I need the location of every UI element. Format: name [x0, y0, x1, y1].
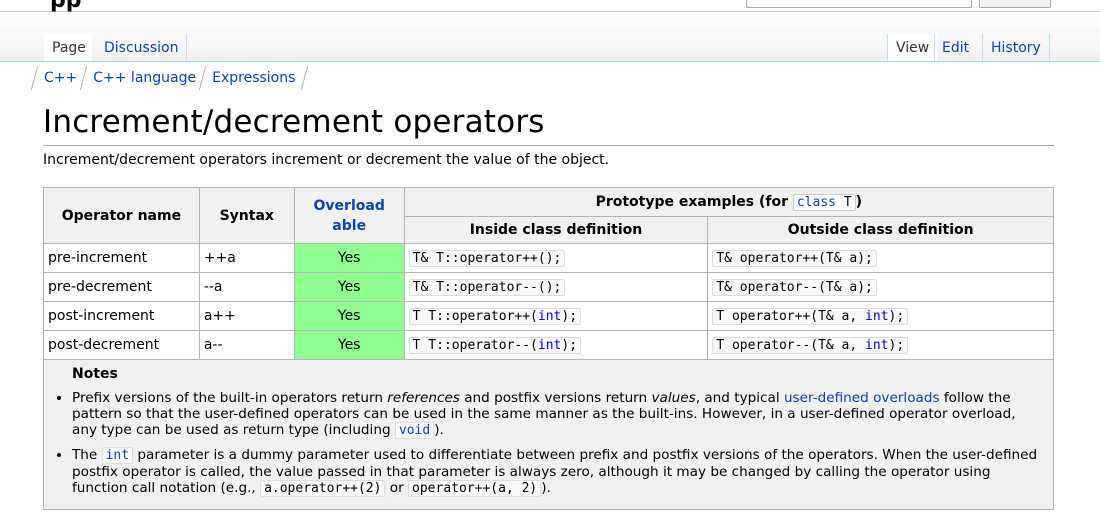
tab-discussion[interactable]: Discussion — [98, 34, 188, 62]
user-defined-overloads-link[interactable]: user-defined overloads — [784, 390, 940, 406]
note-text: , and typical — [695, 390, 784, 406]
header-class-kw[interactable]: class — [797, 195, 836, 210]
inside-cell: T& T::operator++(); — [403, 243, 709, 273]
inside-cell: T& T::operator--(); — [403, 272, 709, 302]
note-item: The int parameter is a dummy parameter u… — [72, 447, 1043, 497]
syntax-cell: a-- — [198, 330, 295, 360]
code-part: T operator--(T& a, — [716, 338, 866, 353]
tab-edit[interactable]: Edit — [934, 34, 976, 62]
notes-list: Prefix versions of the built-in operator… — [50, 390, 1043, 497]
tab-page[interactable]: Page — [44, 34, 92, 62]
notes-row: Notes Prefix versions of the built-in op… — [43, 359, 1054, 510]
outside-code: T operator++(T& a, int); — [712, 308, 909, 325]
tab-view[interactable]: View — [887, 34, 938, 62]
inside-cell: T T::operator++(int); — [403, 301, 709, 331]
operator-name-cell: post-increment — [43, 301, 200, 331]
note-text: The — [72, 447, 102, 463]
note-text: and postfix versions return — [459, 390, 652, 406]
inside-code: T& T::operator++(); — [408, 250, 566, 267]
note-item: Prefix versions of the built-in operator… — [72, 390, 1043, 439]
notes-cell: Notes Prefix versions of the built-in op… — [43, 359, 1054, 510]
outside-code: T operator--(T& a, int); — [712, 337, 909, 354]
inline-code: a.operator++(2) — [260, 480, 386, 497]
notes-title: Notes — [72, 366, 118, 382]
overloadable-cell: Yes — [293, 243, 405, 273]
search-button[interactable] — [979, 0, 1051, 8]
header-prototype-suffix: ) — [855, 194, 863, 210]
table-row: post-increment a++ Yes T T::operator++(i… — [43, 301, 1054, 331]
int-keyword-link[interactable]: int — [538, 309, 561, 324]
outside-cell: T operator--(T& a, int); — [707, 330, 1054, 360]
header-prototype-prefix: Prototype examples (for — [595, 194, 793, 210]
inside-code: T T::operator--(int); — [408, 337, 582, 354]
note-text: or — [385, 480, 409, 496]
breadcrumb-cpp-language[interactable]: C++ language — [83, 66, 202, 92]
inside-cell: T T::operator--(int); — [403, 330, 709, 360]
title-divider — [43, 145, 1054, 146]
note-emphasis: references — [387, 390, 460, 406]
header-outside: Outside class definition — [707, 216, 1054, 244]
header-inside: Inside class definition — [403, 216, 709, 244]
inside-code: T T::operator++(int); — [408, 308, 582, 325]
tabs-bar: Page Discussion View Edit History — [0, 12, 1100, 62]
outside-cell: T& operator--(T& a); — [707, 272, 1054, 302]
breadcrumb: C++ C++ language Expressions — [34, 66, 301, 92]
overloadable-cell: Yes — [293, 301, 405, 331]
overloadable-cell: Yes — [293, 272, 405, 302]
note-text: parameter is a dummy parameter used to d… — [72, 447, 1038, 496]
note-text: ). — [434, 422, 444, 438]
syntax-cell: ++a — [198, 243, 295, 273]
header-class-t: T — [836, 195, 852, 210]
inline-code: operator++(a, 2) — [408, 480, 542, 497]
code-part: T T::operator++( — [412, 309, 538, 324]
code-part: ); — [888, 309, 905, 324]
operator-table: Operator name Syntax Overload able Proto… — [43, 187, 1055, 510]
operator-name-cell: post-decrement — [43, 330, 200, 360]
intro-text: Increment/decrement operators increment … — [43, 152, 610, 168]
breadcrumb-expressions[interactable]: Expressions — [202, 66, 301, 92]
syntax-cell: --a — [198, 272, 295, 302]
inside-code: T& T::operator--(); — [408, 279, 566, 296]
void-keyword-link[interactable]: void — [394, 422, 435, 439]
code-part: T T::operator--( — [412, 338, 538, 353]
outside-cell: T& operator++(T& a); — [707, 243, 1054, 273]
int-keyword-link[interactable]: int — [865, 338, 888, 353]
syntax-cell: a++ — [198, 301, 295, 331]
operator-name-cell: pre-increment — [43, 243, 200, 273]
header-operator-name: Operator name — [43, 187, 200, 244]
tab-history[interactable]: History — [982, 34, 1050, 62]
table-row: pre-increment ++a Yes T& T::operator++()… — [43, 243, 1054, 273]
overloadable-cell: Yes — [293, 330, 405, 360]
outside-code: T& operator--(T& a); — [712, 279, 877, 296]
note-text: ). — [541, 480, 551, 496]
header-overloadable-label[interactable]: Overload able — [309, 196, 389, 236]
code-part: ); — [888, 338, 905, 353]
table-row: post-decrement a-- Yes T T::operator--(i… — [43, 330, 1054, 360]
code-part: ); — [561, 338, 578, 353]
note-emphasis: values — [651, 390, 696, 406]
outside-code: T& operator++(T& a); — [712, 250, 877, 267]
breadcrumb-cpp[interactable]: C++ — [34, 66, 83, 92]
code-part: T operator++(T& a, — [716, 309, 866, 324]
int-keyword-link[interactable]: int — [865, 309, 888, 324]
outside-cell: T operator++(T& a, int); — [707, 301, 1054, 331]
top-header: pp — [0, 0, 1100, 13]
operator-name-cell: pre-decrement — [43, 272, 200, 302]
int-keyword-link[interactable]: int — [101, 447, 134, 464]
table-row: pre-decrement --a Yes T& T::operator--()… — [43, 272, 1054, 302]
header-class-code[interactable]: class T — [792, 194, 856, 211]
header-syntax: Syntax — [198, 187, 295, 244]
note-text: Prefix versions of the built-in operator… — [72, 390, 388, 406]
page-title: Increment/decrement operators — [43, 104, 545, 140]
header-overloadable[interactable]: Overload able — [293, 187, 405, 244]
code-part: ); — [561, 309, 578, 324]
search-input[interactable] — [746, 0, 972, 8]
header-prototype-examples: Prototype examples (for class T) — [403, 187, 1055, 217]
int-keyword-link[interactable]: int — [538, 338, 561, 353]
